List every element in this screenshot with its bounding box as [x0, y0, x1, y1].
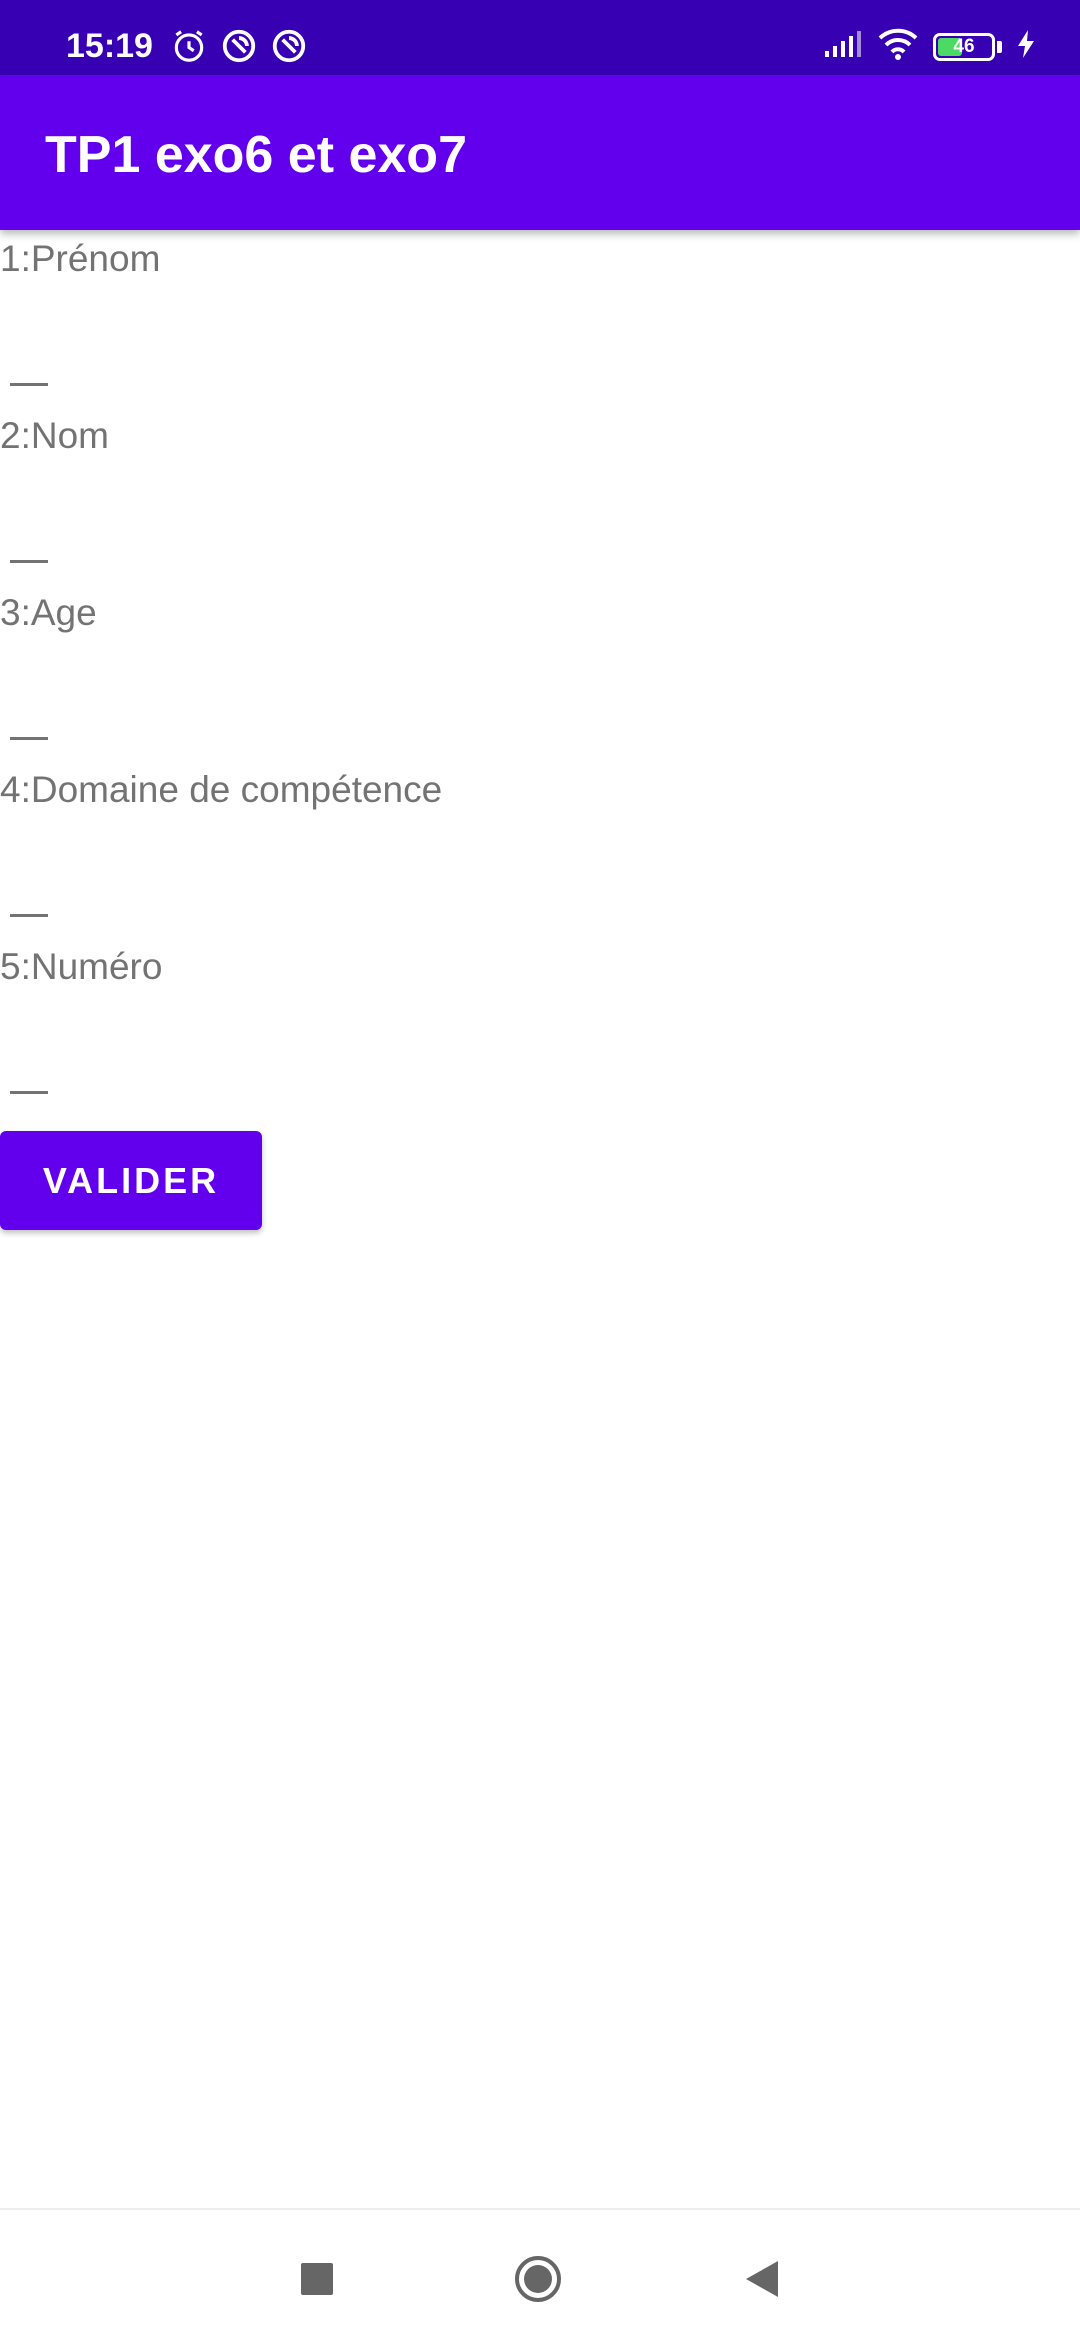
- status-bar: 15:19 46: [0, 0, 1080, 75]
- field-label-nom: 2:Nom: [0, 415, 109, 456]
- app-title: TP1 exo6 et exo7: [45, 126, 467, 184]
- wifi-icon: [877, 28, 919, 65]
- notification-icons: [170, 27, 308, 65]
- sync-icon: [270, 27, 308, 65]
- circle-icon: [515, 2256, 561, 2302]
- app-bar: TP1 exo6 et exo7: [0, 75, 1080, 230]
- alarm-icon: [170, 27, 208, 65]
- field-label-domaine: 4:Domaine de compétence: [0, 769, 443, 810]
- prenom-input[interactable]: [10, 383, 48, 386]
- age-input[interactable]: [10, 737, 48, 740]
- navigation-bar: [0, 2208, 1080, 2342]
- charging-icon: [1016, 29, 1036, 64]
- back-button[interactable]: [738, 2254, 788, 2304]
- home-button[interactable]: [513, 2254, 563, 2304]
- battery-icon: 46: [933, 32, 995, 61]
- field-label-age: 3:Age: [0, 592, 97, 633]
- battery-level: 46: [953, 35, 975, 57]
- status-time: 15:19: [66, 27, 153, 65]
- field-label-numero: 5:Numéro: [0, 946, 163, 987]
- domaine-input[interactable]: [10, 914, 48, 917]
- sync-icon: [220, 27, 258, 65]
- signal-icon: [823, 29, 863, 64]
- nom-input[interactable]: [10, 560, 48, 563]
- battery-nub: [997, 40, 1002, 53]
- field-label-prenom: 1:Prénom: [0, 238, 161, 279]
- back-triangle-icon: [746, 2261, 778, 2297]
- square-icon: [301, 2263, 333, 2295]
- system-icons: 46: [823, 28, 1036, 65]
- validate-button[interactable]: VALIDER: [0, 1131, 262, 1230]
- recents-button[interactable]: [292, 2254, 342, 2304]
- numero-input[interactable]: [10, 1091, 48, 1094]
